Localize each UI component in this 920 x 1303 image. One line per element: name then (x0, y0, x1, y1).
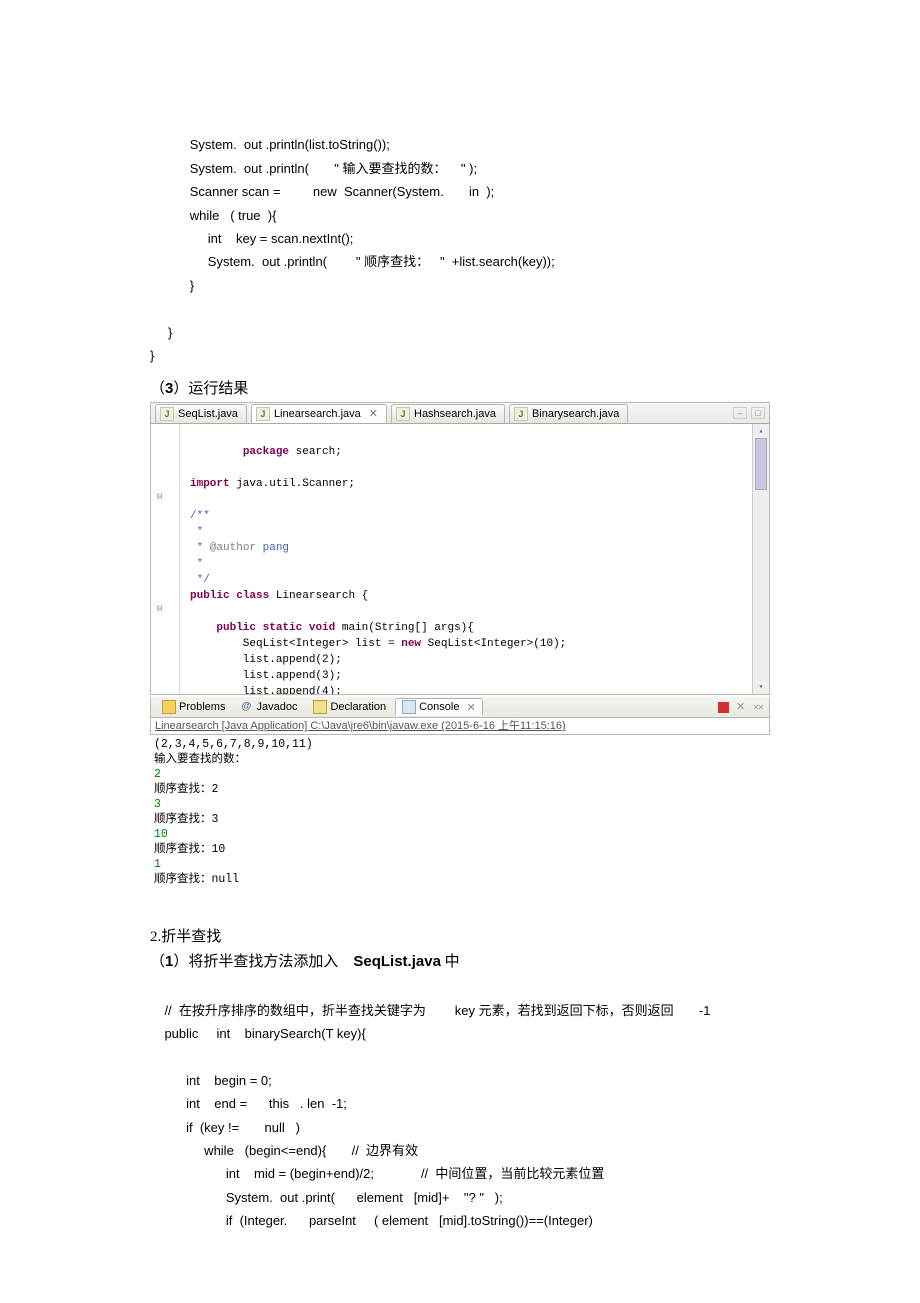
tab-label: Hashsearch.java (414, 408, 496, 420)
code-line: System. out .println( " 输入要查找的数： " ); (150, 161, 477, 176)
input-line: 2 (154, 768, 161, 781)
code-line: int end = this . len -1; (150, 1096, 347, 1111)
input-line: 10 (154, 828, 168, 841)
declaration-icon (313, 700, 327, 714)
console-launch-label: Linearsearch [Java Application] C:\Java\… (155, 720, 566, 732)
code-line: } (150, 278, 194, 293)
ide-editor-panel: J SeqList.java J Linearsearch.java ✕ J H… (150, 402, 770, 695)
code-line: } (150, 325, 172, 340)
code-editor[interactable]: package search; import java.util.Scanner… (180, 424, 752, 694)
close-icon[interactable]: ✕ (369, 407, 378, 420)
tab-label: Javadoc (256, 701, 297, 713)
tab-seqlist[interactable]: J SeqList.java (155, 404, 247, 423)
java-file-icon: J (514, 407, 528, 421)
tab-problems[interactable]: Problems (155, 698, 232, 716)
close-icon[interactable]: ✕ (466, 701, 475, 714)
editor-tab-bar: J SeqList.java J Linearsearch.java ✕ J H… (151, 403, 769, 424)
tab-hashsearch[interactable]: J Hashsearch.java (391, 404, 505, 423)
java-file-icon: J (256, 407, 270, 421)
tab-binarysearch[interactable]: J Binarysearch.java (509, 404, 628, 423)
document-page: System. out .println(list.toString()); S… (0, 0, 920, 1283)
code-line: while (begin<=end){ // 边界有效 (150, 1143, 418, 1158)
code-block-bottom: // 在按升序排序的数组中，折半查找关键字为 key 元素，若找到返回下标，否则… (150, 975, 770, 1232)
console-launch-desc: Linearsearch [Java Application] C:\Java\… (150, 718, 770, 735)
window-buttons: – □ (733, 407, 769, 419)
section-2-sub-heading: （1）将折半查找方法添加入 SeqList.java 中 (150, 950, 770, 971)
code-line: System. out .println(list.toString()); (150, 137, 390, 152)
gutter: ⊟ ⊟ (151, 424, 180, 694)
heading-result: （3）运行结果 (150, 377, 770, 398)
tab-javadoc[interactable]: @ Javadoc (234, 699, 304, 715)
problems-icon (162, 700, 176, 714)
section-2-heading: 2.折半查找 (150, 925, 770, 946)
code-line: while ( true ){ (150, 208, 276, 223)
tab-linearsearch[interactable]: J Linearsearch.java ✕ (251, 404, 387, 423)
maximize-icon[interactable]: □ (751, 407, 765, 419)
tab-label: SeqList.java (178, 408, 238, 420)
minimize-icon[interactable]: – (733, 407, 747, 419)
code-line: // 在按升序排序的数组中，折半查找关键字为 key 元素，若找到返回下标，否则… (150, 1003, 710, 1018)
code-line: int key = scan.nextInt(); (150, 231, 353, 246)
code-line: int begin = 0; (150, 1073, 272, 1088)
output-line: (2,3,4,5,6,7,8,9,10,11) (154, 738, 313, 751)
tab-declaration[interactable]: Declaration (306, 698, 393, 716)
scroll-up-icon[interactable]: ▴ (753, 424, 769, 438)
scrollbar[interactable]: ▴ ▾ (752, 424, 769, 694)
fold-mark[interactable]: ⊟ (157, 492, 162, 502)
code-line: if (Integer. parseInt ( element [mid].to… (150, 1213, 593, 1228)
tab-label: Problems (179, 701, 225, 713)
java-file-icon: J (160, 407, 174, 421)
bottom-view-tab-bar: Problems @ Javadoc Declaration Console ✕… (150, 697, 770, 718)
java-file-icon: J (396, 407, 410, 421)
code-line: public int binarySearch(T key){ (150, 1026, 366, 1041)
fold-mark[interactable]: ⊟ (157, 604, 162, 614)
input-line: 3 (154, 798, 161, 811)
terminate-icon[interactable] (718, 702, 729, 713)
javadoc-icon: @ (241, 701, 253, 713)
console-icon (402, 700, 416, 714)
tab-label: Declaration (330, 701, 386, 713)
output-line: 输入要查找的数： (154, 753, 246, 766)
code-line: } (150, 348, 154, 363)
code-line: System. out .print( element [mid]+ "? " … (150, 1190, 503, 1205)
console-output: (2,3,4,5,6,7,8,9,10,11) 输入要查找的数： 2 顺序查找：… (150, 735, 770, 897)
tab-label: Linearsearch.java (274, 408, 361, 420)
remove-all-icon[interactable] (752, 702, 763, 713)
output-line: 顺序查找：2 (154, 783, 218, 796)
output-line: 顺序查找：null (154, 873, 239, 886)
remove-launch-icon[interactable]: ✕ (735, 702, 746, 713)
scroll-down-icon[interactable]: ▾ (753, 680, 769, 694)
input-line: 1 (154, 858, 161, 871)
code-block-top: System. out .println(list.toString()); S… (150, 110, 770, 367)
code-line: if (key != null ) (150, 1120, 300, 1135)
output-line: 顺序查找：10 (154, 843, 225, 856)
tab-label: Binarysearch.java (532, 408, 619, 420)
tab-label: Console (419, 701, 459, 713)
code-line: int mid = (begin+end)/2; // 中间位置，当前比较元素位… (150, 1166, 604, 1181)
highlight-line (180, 652, 752, 668)
code-line: Scanner scan = new Scanner(System. in ); (150, 184, 494, 199)
editor-wrap: ⊟ ⊟ package search; import java.util.Sca… (151, 424, 769, 694)
console-toolbar: ✕ (718, 702, 769, 713)
scroll-thumb[interactable] (755, 438, 767, 490)
output-line: 顺序查找：3 (154, 813, 218, 826)
code-line: System. out .println( " 顺序查找： " +list.se… (150, 254, 555, 269)
tab-console[interactable]: Console ✕ (395, 698, 483, 716)
section-2-label: 2.折半查找 (150, 929, 221, 945)
